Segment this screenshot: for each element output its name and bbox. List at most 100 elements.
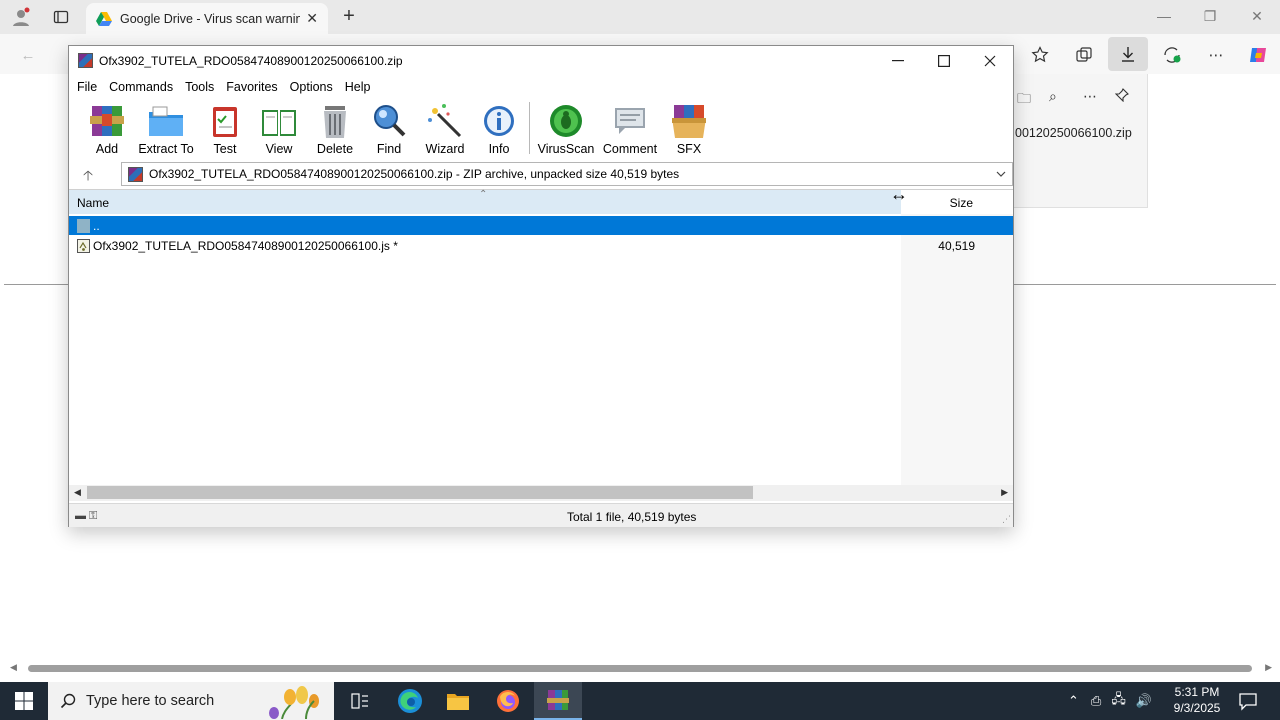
- search-highlight-flowers-icon: [269, 686, 319, 719]
- clock-time: 5:31 PM: [1174, 685, 1220, 699]
- up-arrow-icon[interactable]: 🡡: [83, 165, 93, 189]
- google-drive-icon: [96, 11, 112, 26]
- file-list: Name ⌃ Size .. Ofx3902_TUTELA_RDO0584740…: [69, 189, 1013, 486]
- path-text: Ofx3902_TUTELA_RDO0584740890012025006610…: [149, 167, 680, 181]
- info-button[interactable]: Info: [467, 100, 531, 156]
- menu-bar: File Commands Tools Favorites Options He…: [69, 76, 1013, 98]
- extract-folder-icon: [147, 102, 185, 140]
- menu-favorites[interactable]: Favorites: [226, 80, 284, 94]
- volume-icon[interactable]: 🔊: [1136, 693, 1152, 709]
- scroll-right-arrow-icon[interactable]: ▶: [1265, 662, 1272, 673]
- delete-trash-icon: [316, 102, 354, 140]
- test-clipboard-icon: [206, 102, 244, 140]
- list-body: .. Ofx3902_TUTELA_RDO0584740890012025006…: [69, 214, 1013, 486]
- minimize-button[interactable]: [883, 50, 913, 72]
- start-button[interactable]: [0, 682, 48, 720]
- menu-options[interactable]: Options: [290, 80, 340, 94]
- extract-to-button[interactable]: Extract To: [134, 100, 198, 156]
- tab-title: Google Drive - Virus scan warning: [120, 11, 300, 26]
- pin-icon[interactable]: [1114, 88, 1129, 105]
- virus-scan-icon: [547, 102, 585, 140]
- network-icon[interactable]: 🖧: [1111, 690, 1126, 712]
- taskbar-clock[interactable]: 5:31 PM 9/3/2025: [1160, 684, 1234, 716]
- tab-close-icon[interactable]: ✕: [306, 10, 318, 27]
- list-horizontal-scrollbar[interactable]: ◀ ▶: [69, 485, 1013, 501]
- path-field[interactable]: Ofx3902_TUTELA_RDO0584740890012025006610…: [121, 162, 1013, 186]
- back-arrow-icon[interactable]: ←: [16, 43, 40, 67]
- clock-date: 9/3/2025: [1173, 701, 1221, 715]
- column-header-name[interactable]: Name ⌃: [69, 189, 901, 214]
- resize-cursor-icon: ↔: [890, 184, 908, 204]
- copilot-icon[interactable]: [1246, 43, 1270, 67]
- browser-tab-bar: Google Drive - Virus scan warning ✕ + — …: [0, 0, 1280, 34]
- page-scroll-thumb[interactable]: [28, 665, 1252, 672]
- browser-tab[interactable]: Google Drive - Virus scan warning ✕: [86, 3, 328, 34]
- search-placeholder: Type here to search: [86, 693, 215, 709]
- path-bar: 🡡 Ofx3902_TUTELA_RDO05847408900120250066…: [69, 161, 1013, 187]
- download-item-filename[interactable]: 00120250066100.zip: [1015, 126, 1132, 140]
- chevron-up-icon[interactable]: ⌃: [1068, 693, 1079, 709]
- favorites-star-icon[interactable]: [1028, 43, 1052, 67]
- tab-actions-icon[interactable]: [50, 6, 72, 28]
- menu-commands[interactable]: Commands: [109, 80, 180, 94]
- comment-icon: [611, 102, 649, 140]
- profile-icon[interactable]: [10, 6, 32, 28]
- collections-icon[interactable]: [1072, 43, 1096, 67]
- info-icon: [480, 102, 518, 140]
- list-row-file[interactable]: Ofx3902_TUTELA_RDO0584740890012025006610…: [69, 236, 1013, 255]
- menu-help[interactable]: Help: [345, 80, 378, 94]
- add-archive-icon: [88, 102, 126, 140]
- sfx-box-icon: [670, 102, 708, 140]
- new-tab-button[interactable]: +: [338, 6, 360, 28]
- toolbar-separator: [529, 102, 530, 154]
- find-button[interactable]: Find: [357, 100, 421, 156]
- list-scroll-thumb[interactable]: [87, 486, 753, 499]
- firefox-icon[interactable]: [484, 682, 532, 720]
- notifications-icon[interactable]: [1238, 691, 1258, 714]
- winrar-title-bar[interactable]: Ofx3902_TUTELA_RDO0584740890012025006610…: [69, 46, 1013, 76]
- browser-essentials-icon[interactable]: [1160, 43, 1184, 67]
- more-options-icon[interactable]: ⋯: [1204, 43, 1228, 67]
- browser-restore-button[interactable]: ❐: [1201, 8, 1219, 25]
- winrar-taskbar-icon[interactable]: [534, 682, 582, 720]
- edge-browser-icon[interactable]: [386, 682, 434, 720]
- view-button[interactable]: View: [247, 100, 311, 156]
- comment-button[interactable]: Comment: [598, 100, 662, 156]
- parent-folder-icon: [77, 218, 90, 233]
- status-text: Total 1 file, 40,519 bytes: [567, 510, 697, 524]
- menu-tools[interactable]: Tools: [185, 80, 221, 94]
- taskbar-search-box[interactable]: Type here to search: [48, 682, 334, 720]
- winrar-app-icon: [78, 53, 93, 68]
- window-title: Ofx3902_TUTELA_RDO0584740890012025006610…: [99, 54, 403, 68]
- status-bar: ▬ ⚿ Total 1 file, 40,519 bytes ⋰: [69, 503, 1013, 527]
- maximize-button[interactable]: [929, 50, 959, 72]
- browser-close-button[interactable]: ✕: [1248, 8, 1266, 25]
- list-header: Name ⌃ Size: [69, 189, 1013, 214]
- scroll-left-arrow-icon[interactable]: ◀: [74, 487, 81, 498]
- meet-now-icon[interactable]: ⎙: [1091, 693, 1101, 709]
- open-folder-icon[interactable]: 🗀: [1017, 88, 1031, 112]
- downloads-panel: 🗀 ⌕ ⋯ 00120250066100.zip: [1010, 74, 1148, 208]
- resize-grip-icon[interactable]: ⋰: [1002, 514, 1011, 525]
- close-button[interactable]: [975, 50, 1005, 72]
- scroll-right-arrow-icon[interactable]: ▶: [1001, 487, 1008, 498]
- downloads-icon[interactable]: [1108, 37, 1148, 71]
- task-view-icon[interactable]: [336, 682, 384, 720]
- winrar-window: Ofx3902_TUTELA_RDO0584740890012025006610…: [68, 45, 1014, 527]
- file-explorer-icon[interactable]: [434, 682, 482, 720]
- add-button[interactable]: Add: [75, 100, 139, 156]
- page-horizontal-scrollbar[interactable]: ◀ ▶: [8, 662, 1272, 674]
- archive-icon: [128, 166, 143, 182]
- virusscan-button[interactable]: VirusScan: [534, 100, 598, 156]
- menu-file[interactable]: File: [77, 80, 104, 94]
- browser-minimize-button[interactable]: —: [1155, 8, 1173, 24]
- windows-logo-icon: [15, 692, 33, 710]
- downloads-more-icon[interactable]: ⋯: [1083, 88, 1097, 105]
- search-downloads-icon[interactable]: ⌕: [1049, 88, 1057, 105]
- drive-key-icon[interactable]: ▬ ⚿: [75, 510, 97, 523]
- list-row-parent[interactable]: ..: [69, 216, 1013, 235]
- scroll-left-arrow-icon[interactable]: ◀: [10, 662, 17, 673]
- chevron-down-icon[interactable]: [996, 169, 1006, 180]
- column-header-size[interactable]: Size: [901, 190, 981, 214]
- sfx-button[interactable]: SFX: [657, 100, 721, 156]
